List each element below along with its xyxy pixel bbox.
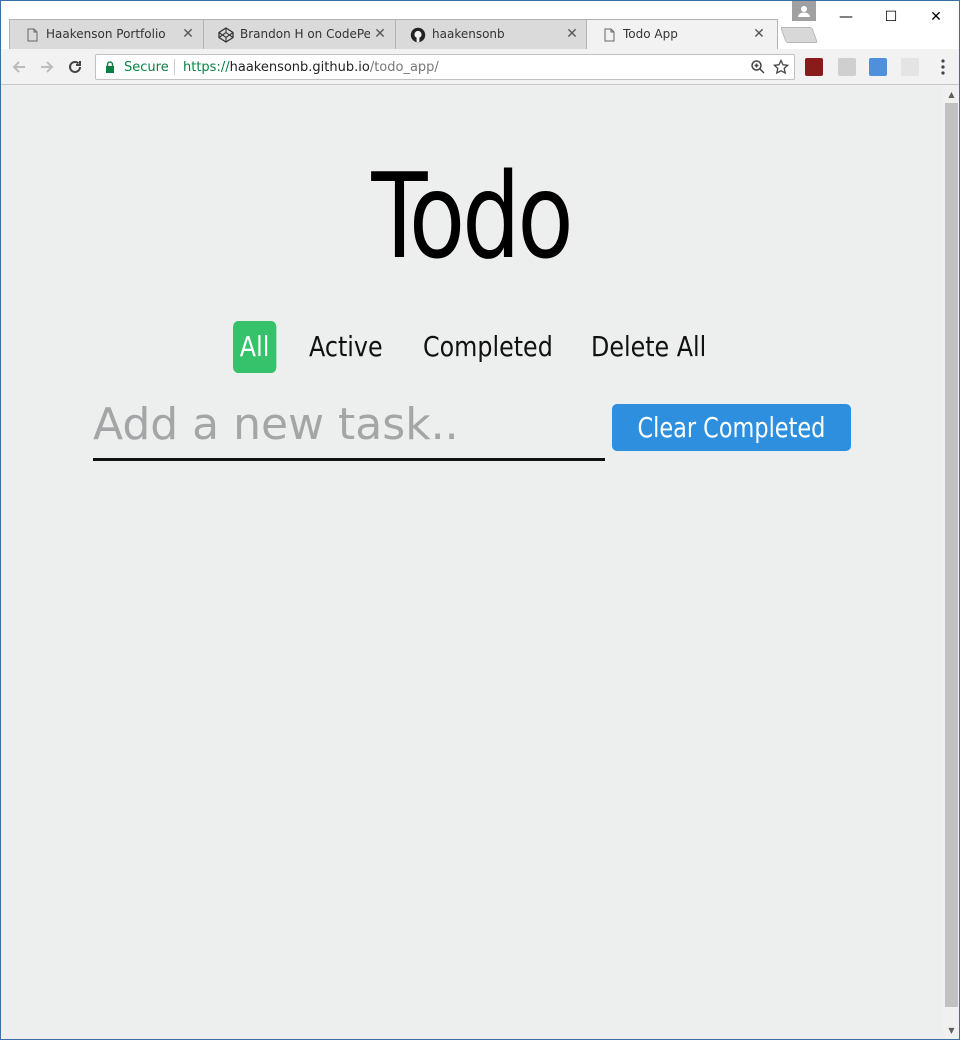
tab-title: Todo App [623, 27, 678, 41]
bookmark-star-icon[interactable] [772, 58, 790, 77]
close-icon[interactable]: ✕ [372, 26, 388, 42]
tab-title: haakensonb [432, 27, 505, 41]
github-icon [410, 27, 426, 43]
kebab-menu-icon [941, 59, 945, 75]
url-divider [174, 59, 175, 75]
page-title: Todo [371, 147, 573, 285]
vertical-scrollbar[interactable]: ▲ ▼ [943, 86, 959, 1039]
close-window-button[interactable]: ✕ [913, 3, 959, 31]
tab-strip: Haakenson Portfolio ✕ Brandon H on CodeP… [1, 1, 959, 49]
tab-todo-app[interactable]: Todo App ✕ [586, 19, 778, 49]
scroll-thumb[interactable] [945, 103, 958, 1007]
close-icon[interactable]: ✕ [751, 26, 767, 42]
reload-icon [69, 60, 81, 73]
filter-completed[interactable]: Completed [423, 321, 553, 373]
clear-completed-label: Clear Completed [637, 411, 826, 444]
tab-title: Haakenson Portfolio [46, 27, 166, 41]
forward-arrow-icon [41, 61, 54, 73]
back-button[interactable] [9, 57, 29, 77]
close-icon[interactable]: ✕ [564, 26, 580, 42]
menu-button[interactable] [933, 57, 953, 77]
back-arrow-icon [12, 61, 25, 73]
cloud-extension-icon[interactable] [901, 58, 919, 76]
scroll-up-icon[interactable]: ▲ [943, 86, 959, 103]
profile-button[interactable] [792, 1, 816, 21]
filter-bar: All Active Completed Delete All [1, 321, 943, 373]
codepen-icon [218, 27, 234, 43]
delete-all-button[interactable]: Delete All [591, 321, 706, 373]
page-icon [604, 28, 615, 42]
image-extension-icon[interactable] [838, 58, 856, 76]
minimize-button[interactable]: — [823, 3, 869, 31]
page-content: Todo All Active Completed Delete All Cle… [1, 86, 943, 1039]
forward-button[interactable] [37, 57, 57, 77]
url-path: /todo_app/ [369, 60, 439, 75]
url-scheme: https:// [183, 60, 230, 75]
window-extension-icon[interactable] [869, 58, 887, 76]
tab-haakenson-portfolio[interactable]: Haakenson Portfolio ✕ [9, 19, 207, 49]
close-icon[interactable]: ✕ [180, 26, 196, 42]
ublock-extension-icon[interactable] [805, 58, 823, 76]
url-host: haakensonb.github.io [229, 60, 370, 75]
tab-github[interactable]: haakensonb ✕ [395, 19, 591, 49]
browser-window: Haakenson Portfolio ✕ Brandon H on CodeP… [0, 0, 960, 1040]
new-tab-button[interactable] [780, 27, 818, 43]
scroll-down-icon[interactable]: ▼ [943, 1022, 959, 1039]
new-task-input[interactable] [93, 391, 605, 461]
zoom-icon[interactable] [749, 59, 767, 77]
page-icon [27, 28, 38, 42]
secure-label: Secure [124, 60, 169, 75]
address-bar[interactable]: Secure https://haakensonb.github.io/todo… [95, 54, 795, 80]
url-text: https://haakensonb.github.io/todo_app/ [183, 60, 439, 75]
user-icon [798, 6, 810, 17]
clear-completed-button[interactable]: Clear Completed [612, 404, 851, 451]
lock-icon [106, 61, 114, 73]
tab-title: Brandon H on CodePen [240, 27, 370, 41]
filter-all[interactable]: All [233, 321, 277, 373]
reload-button[interactable] [65, 57, 85, 77]
filter-active[interactable]: Active [309, 321, 383, 373]
maximize-button[interactable]: ☐ [868, 3, 914, 31]
tab-codepen[interactable]: Brandon H on CodePen ✕ [203, 19, 399, 49]
browser-toolbar: Secure https://haakensonb.github.io/todo… [1, 49, 959, 85]
